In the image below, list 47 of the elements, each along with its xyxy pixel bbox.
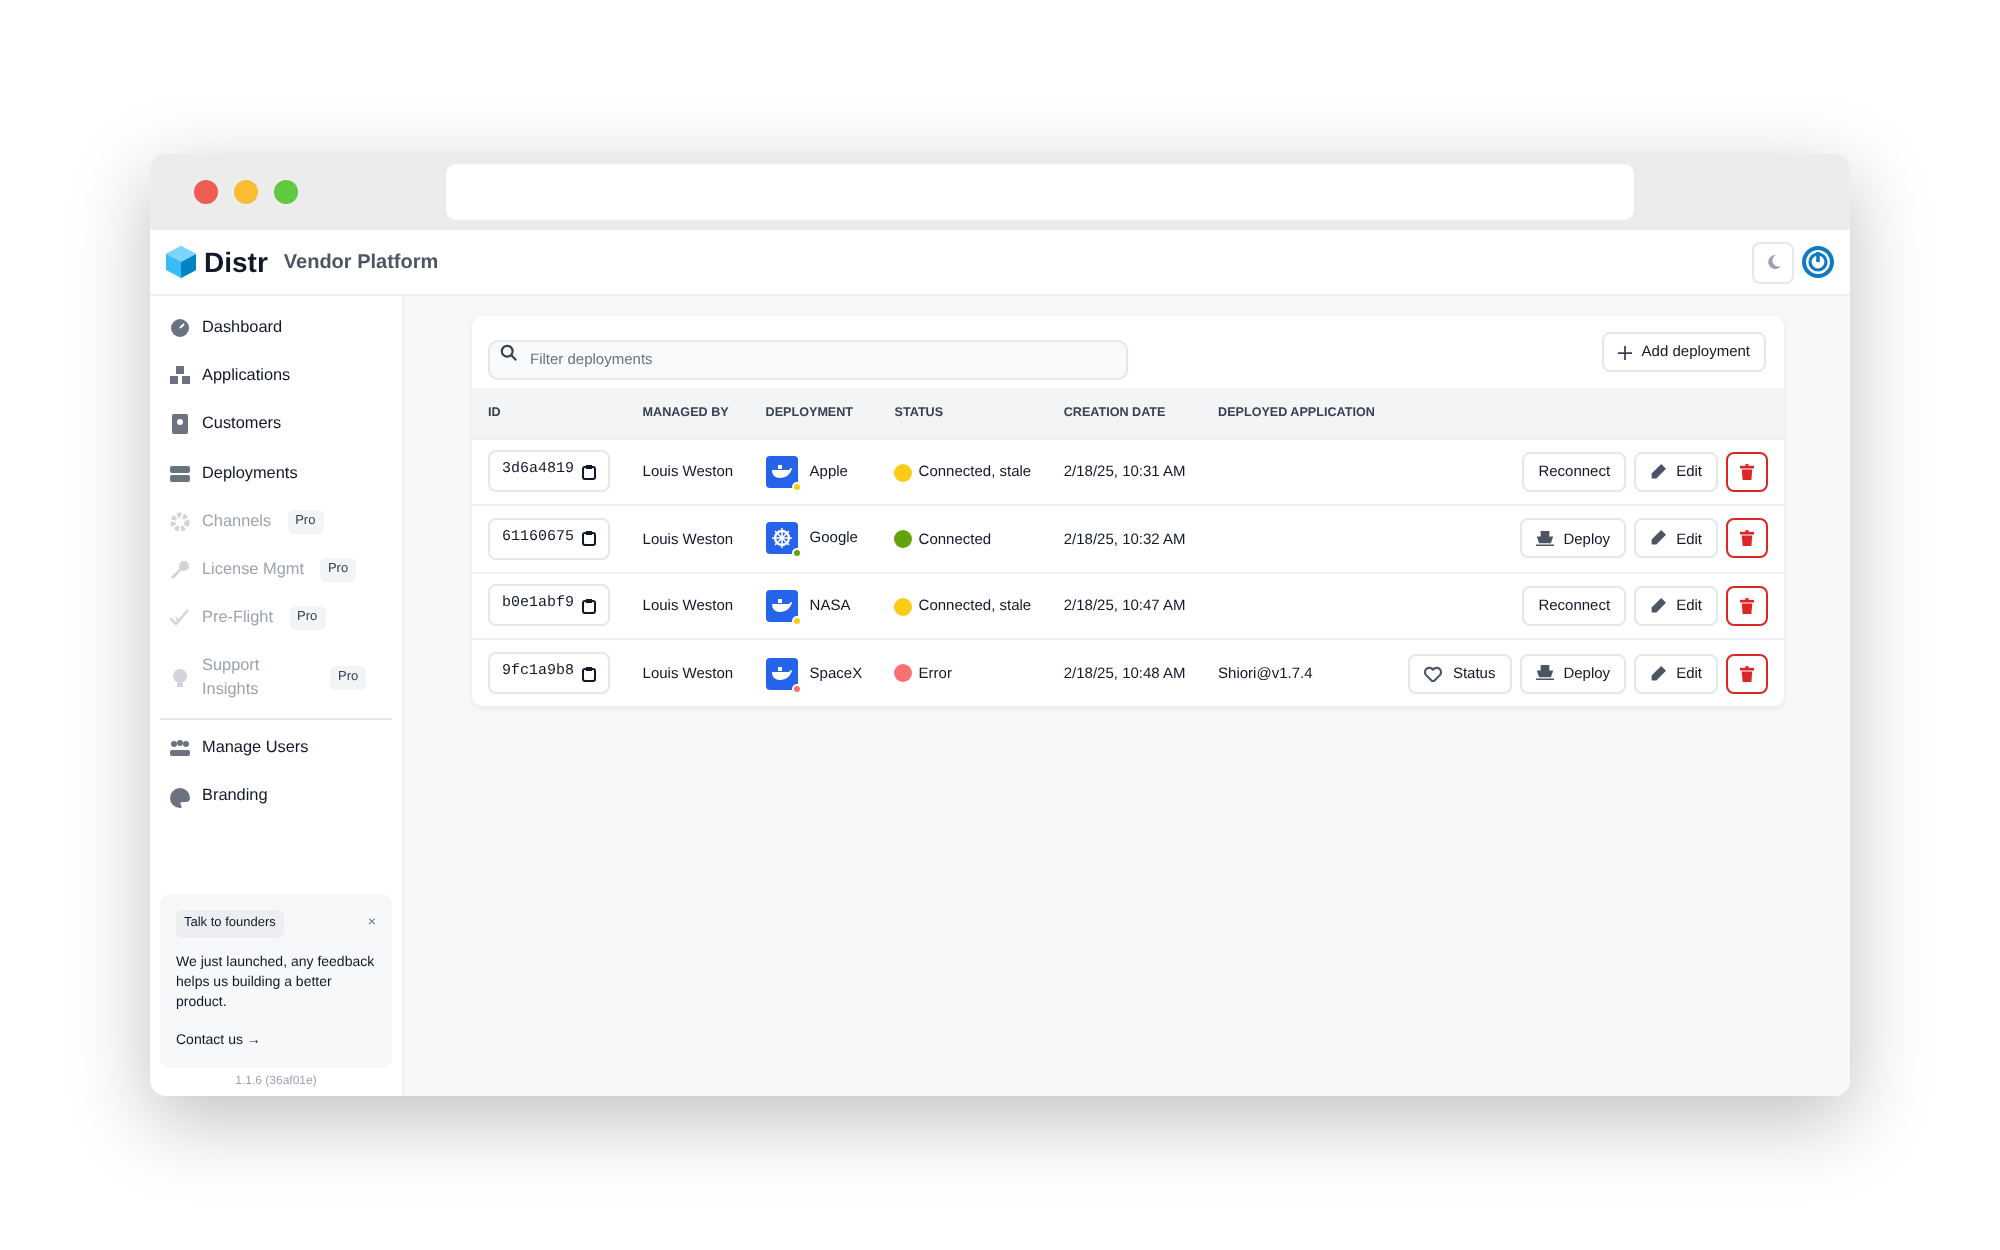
sidebar-item[interactable]: Dashboard [160, 304, 392, 353]
heart-icon [1424, 665, 1443, 681]
power-icon[interactable] [1802, 246, 1834, 278]
lightbulb-icon [170, 668, 190, 689]
ship-icon [1535, 664, 1554, 682]
kubernetes-logo-icon [765, 522, 798, 555]
sidebar-item[interactable]: Branding [160, 773, 392, 822]
close-window-control[interactable] [194, 180, 218, 204]
app-subtitle: Vendor Platform [283, 249, 439, 277]
trash-icon [1740, 530, 1754, 547]
delete-button[interactable] [1726, 518, 1768, 559]
pencil-icon [1650, 597, 1667, 614]
sidebar-item[interactable]: Customers [160, 400, 392, 450]
trash-icon [1740, 463, 1754, 480]
moon-icon [1765, 254, 1781, 270]
app-logo: Distr [204, 243, 268, 281]
delete-button[interactable] [1726, 451, 1768, 492]
sidebar-item[interactable]: Manage Users [160, 724, 392, 773]
dashboard-icon [170, 318, 190, 339]
clipboard-icon [582, 665, 597, 681]
key-icon [170, 560, 190, 581]
checks-icon [170, 608, 190, 629]
trash-icon [1740, 665, 1754, 681]
docker-logo-icon [765, 657, 798, 689]
clipboard-icon [582, 530, 597, 547]
sidebar-item[interactable]: Deployments [160, 449, 392, 498]
palette-icon [170, 787, 190, 808]
pencil-icon [1650, 665, 1667, 681]
docker-logo-icon [765, 589, 798, 622]
trash-icon [1740, 597, 1754, 614]
clipboard-icon [582, 597, 597, 614]
pencil-icon [1650, 530, 1667, 547]
delete-button[interactable] [1726, 585, 1768, 626]
cube-logo-icon [166, 246, 196, 278]
gear-icon [170, 511, 190, 532]
docker-logo-icon [765, 455, 798, 488]
contact-card-icon [170, 414, 190, 435]
ship-icon [1535, 529, 1554, 548]
boxes-icon [170, 366, 190, 387]
plus-icon [1617, 345, 1632, 359]
clipboard-icon [582, 463, 597, 480]
server-icon [170, 463, 190, 484]
users-icon [170, 738, 190, 759]
theme-toggle-button[interactable] [1752, 241, 1794, 283]
delete-button[interactable] [1726, 653, 1768, 693]
sidebar-item[interactable]: Applications [160, 352, 392, 401]
pencil-icon [1650, 463, 1667, 480]
